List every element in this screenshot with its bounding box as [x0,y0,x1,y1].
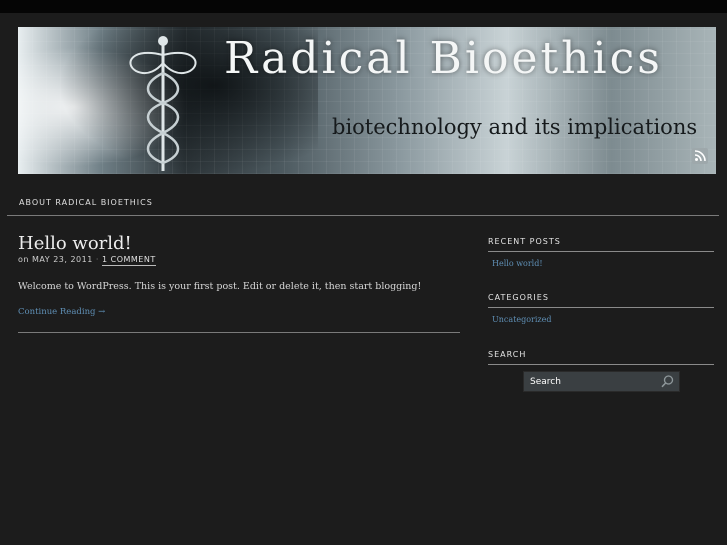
site-tagline: biotechnology and its implications [332,115,698,139]
search-title: Search [488,350,714,365]
post-meta-prefix: on [18,255,29,264]
comments-link[interactable]: 1 Comment [101,255,156,266]
site-title[interactable]: Radical Bioethics [224,33,663,84]
post-meta: on May 23, 2011 · 1 Comment [18,255,156,266]
top-bar [0,0,727,13]
main-nav: About Radical Bioethics [7,196,719,216]
post-body: Welcome to WordPress. This is your first… [18,281,422,292]
post-date: May 23, 2011 [32,255,93,264]
meta-separator: · [95,255,99,264]
recent-post-link[interactable]: Hello world! [492,259,543,268]
search-input[interactable] [524,372,660,391]
search-icon[interactable] [660,374,675,389]
site-header[interactable]: Radical Bioethics biotechnology and its … [18,27,716,174]
categories-title: Categories [488,293,714,308]
nav-item-about[interactable]: About Radical Bioethics [19,198,153,207]
caduceus-icon [129,36,197,171]
post: Hello world! on May 23, 2011 · 1 Comment… [18,233,460,333]
post-title[interactable]: Hello world! [18,233,132,254]
continue-reading-link[interactable]: Continue Reading → [18,307,105,317]
recent-posts-title: Recent Posts [488,237,714,252]
search-box [523,371,680,392]
rss-icon[interactable] [692,148,708,164]
category-link[interactable]: Uncategorized [492,315,551,324]
